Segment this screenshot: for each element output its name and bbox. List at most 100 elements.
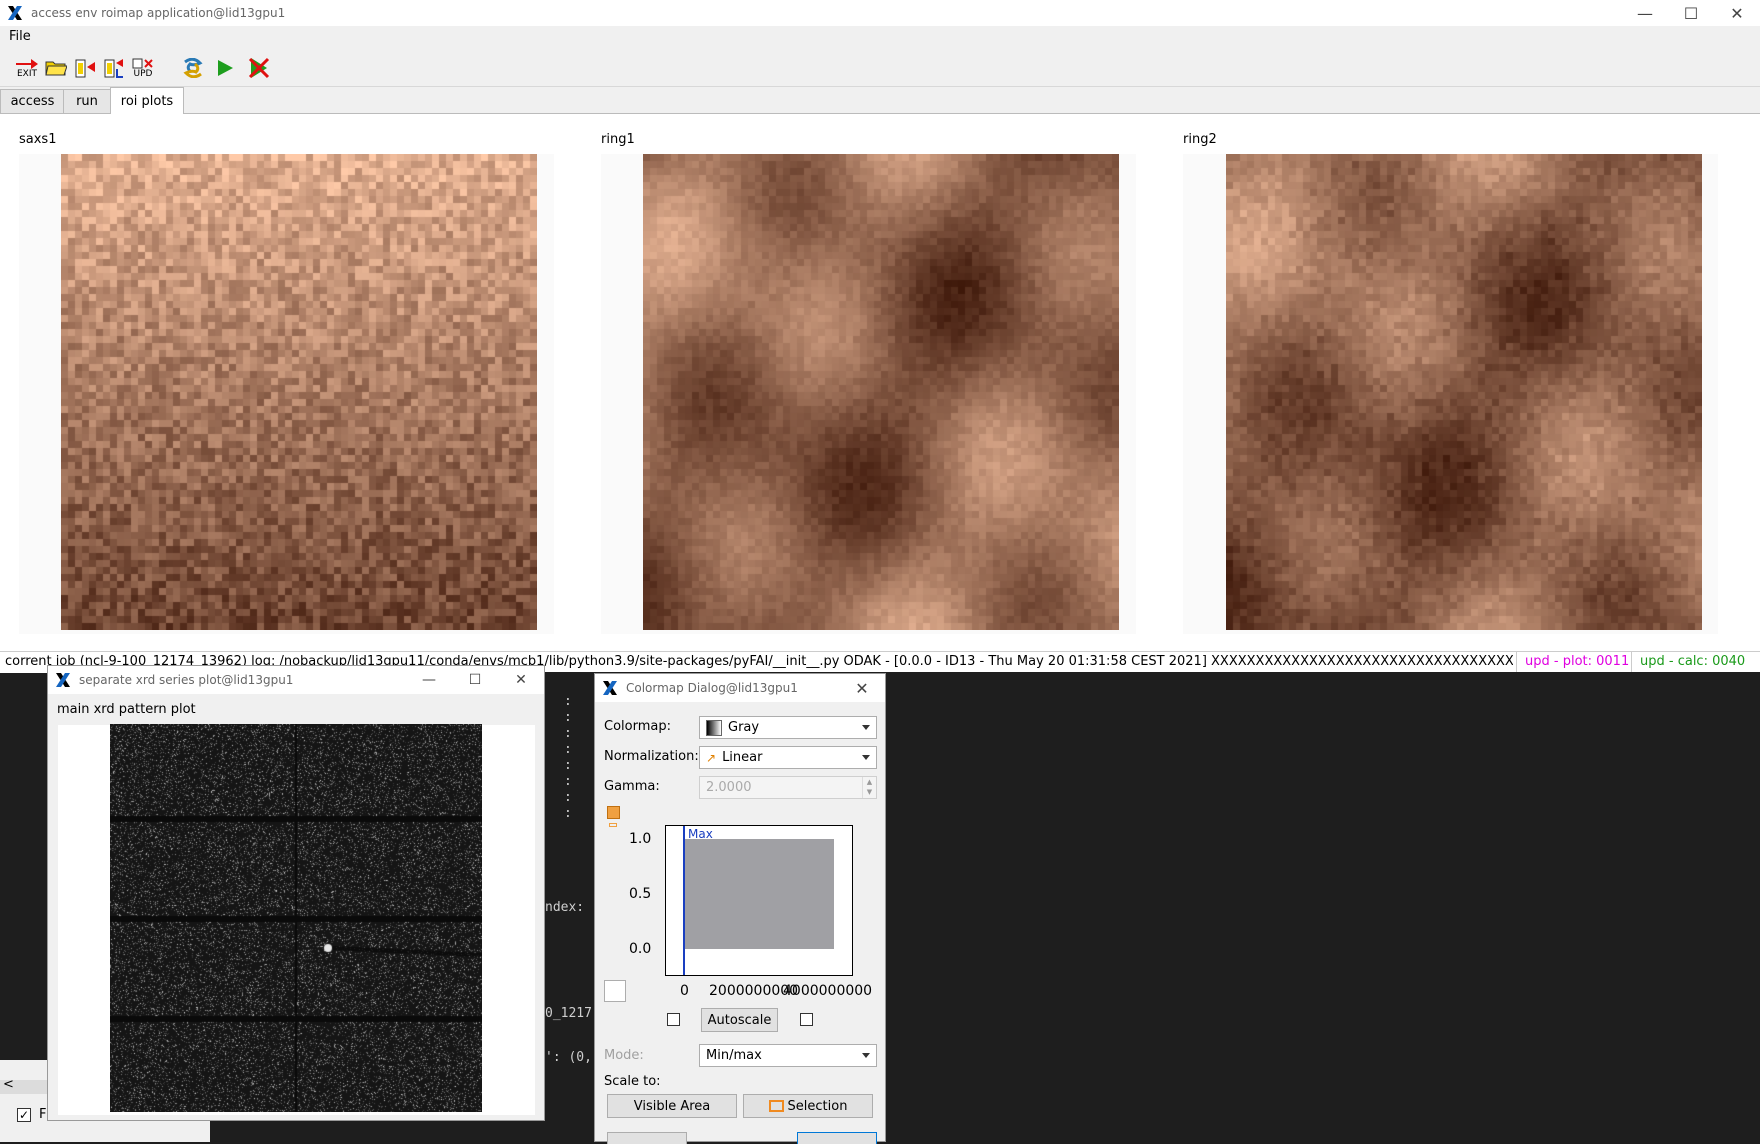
- play-icon: [218, 60, 233, 76]
- update-label: UPD: [133, 68, 153, 79]
- xrd-titlebar: separate xrd series plot@lid13gpu1 — ☐ ✕: [48, 666, 544, 694]
- heatmap-ring1[interactable]: [643, 154, 1119, 630]
- terminal-line: :: [564, 710, 572, 725]
- selection-label: Selection: [787, 1098, 848, 1114]
- terminal-line: 0_1217: [545, 1006, 592, 1021]
- upd-calc-status: upd - calc: 0040: [1631, 652, 1753, 673]
- terminal-line: :: [564, 742, 572, 757]
- load-red-icon: [75, 59, 95, 78]
- xrd-window-title: separate xrd series plot@lid13gpu1: [79, 673, 294, 687]
- mode-value: Min/max: [706, 1048, 762, 1063]
- normalization-label: Normalization:: [604, 749, 699, 764]
- main-window: access env roimap application@lid13gpu1 …: [0, 0, 1760, 673]
- histogram-fill: [684, 839, 834, 949]
- histogram-ytick: 0.0: [629, 941, 652, 957]
- heatmap-saxs1[interactable]: [61, 154, 537, 630]
- terminal-line: ': (0,: [545, 1050, 592, 1065]
- minimize-icon[interactable]: —: [1622, 4, 1668, 23]
- roi-plots-panel: saxs1 ring1 ring2: [0, 114, 1760, 650]
- colormap-select[interactable]: Gray: [699, 716, 877, 739]
- colormap-dialog: Colormap Dialog@lid13gpu1 ✕ Colormap: Gr…: [594, 673, 886, 1144]
- selection-button[interactable]: Selection: [743, 1094, 873, 1118]
- histogram-xtick: 0: [680, 983, 689, 999]
- colormap-value: Gray: [728, 720, 760, 735]
- scroll-left-arrow[interactable]: <: [3, 1077, 14, 1092]
- xrd-plot-title: main xrd pattern plot: [57, 702, 196, 717]
- x-app-icon: [601, 679, 619, 697]
- normalization-select[interactable]: ↗ Linear: [699, 746, 877, 769]
- terminal-line: :: [564, 806, 572, 821]
- run-button[interactable]: [213, 56, 237, 80]
- update-button[interactable]: UPD: [131, 56, 155, 80]
- load-l-icon: [104, 59, 123, 78]
- colormap-titlebar: Colormap Dialog@lid13gpu1 ✕: [595, 674, 885, 702]
- open-folder-button[interactable]: [44, 56, 68, 80]
- max-marker-label: Max: [688, 827, 713, 841]
- spin-arrows-icon[interactable]: ▲ ▼: [862, 777, 876, 798]
- min-autoscale-checkbox[interactable]: [667, 1013, 680, 1026]
- autoscale-button[interactable]: Autoscale: [701, 1008, 778, 1032]
- histogram-xtick: 4000000000: [783, 983, 873, 999]
- window-checkbox[interactable]: ✓: [17, 1108, 31, 1122]
- exit-label: EXIT: [16, 68, 37, 79]
- menu-bar: File: [0, 26, 1760, 48]
- load-red-button[interactable]: [73, 56, 97, 80]
- python-icon: [183, 58, 203, 78]
- terminal-line: :: [564, 726, 572, 741]
- heatmap-ring2[interactable]: [1226, 154, 1702, 630]
- reset-button-partial[interactable]: [607, 1132, 687, 1144]
- load-l-button[interactable]: [102, 56, 126, 80]
- open-folder-icon: [45, 61, 67, 76]
- histogram-ytick: 1.0: [629, 831, 652, 847]
- close-icon[interactable]: ✕: [839, 679, 885, 698]
- x-app-icon: [54, 671, 72, 689]
- x-app-icon: [6, 4, 24, 22]
- colormap-label: Colormap:: [604, 719, 671, 734]
- upd-plot-status: upd - plot: 0011: [1516, 652, 1637, 673]
- plot-title-ring1: ring1: [601, 132, 635, 147]
- plot-title-saxs1: saxs1: [19, 132, 57, 147]
- gamma-value: 2.0000: [706, 780, 752, 795]
- tab-roi-plots[interactable]: roi plots: [110, 87, 184, 114]
- histogram-log-icon[interactable]: [609, 823, 617, 827]
- max-marker-line[interactable]: [683, 826, 685, 975]
- stop-button[interactable]: [247, 56, 271, 80]
- histogram-plot[interactable]: Max: [665, 825, 853, 976]
- tab-bar: access run roi plots: [0, 87, 1760, 114]
- stop-icon: [248, 57, 270, 79]
- gamma-spinbox[interactable]: 2.0000 ▲ ▼: [699, 776, 877, 799]
- max-autoscale-checkbox[interactable]: [800, 1013, 813, 1026]
- mode-select[interactable]: Min/max: [699, 1044, 877, 1067]
- linear-icon: ↗: [706, 750, 717, 765]
- histogram-toggle-icon[interactable]: [607, 806, 620, 819]
- exit-button[interactable]: EXIT: [15, 56, 39, 80]
- exit-icon: [16, 58, 38, 69]
- close-icon[interactable]: ✕: [498, 672, 544, 688]
- chevron-down-icon: [862, 1053, 870, 1058]
- terminal-line: ndex:: [545, 900, 585, 915]
- maximize-icon[interactable]: ☐: [1668, 4, 1714, 23]
- update-icon: [132, 58, 153, 68]
- python-button[interactable]: [181, 56, 205, 80]
- close-button-partial[interactable]: [797, 1132, 877, 1144]
- min-value-field[interactable]: [604, 980, 626, 1002]
- colormap-window-title: Colormap Dialog@lid13gpu1: [626, 681, 798, 695]
- menu-file[interactable]: File: [0, 26, 40, 47]
- normalization-value: Linear: [722, 750, 763, 765]
- xrd-detector-image[interactable]: [110, 724, 482, 1112]
- terminal-line: :: [564, 790, 572, 805]
- tab-run[interactable]: run: [63, 89, 111, 113]
- selection-icon: [768, 1100, 784, 1112]
- tab-access[interactable]: access: [0, 89, 65, 113]
- histogram-ytick: 0.5: [629, 886, 652, 902]
- window-checkbox-label: F: [39, 1107, 47, 1122]
- visible-area-button[interactable]: Visible Area: [607, 1094, 737, 1118]
- close-icon[interactable]: ✕: [1714, 4, 1760, 23]
- maximize-icon[interactable]: ☐: [452, 672, 498, 688]
- chevron-down-icon: [862, 725, 870, 730]
- terminal-line: :: [564, 758, 572, 773]
- minimize-icon[interactable]: —: [406, 672, 452, 688]
- toolbar: EXIT UPD: [0, 48, 1760, 87]
- terminal-line: :: [564, 694, 572, 709]
- mode-label: Mode:: [604, 1048, 644, 1063]
